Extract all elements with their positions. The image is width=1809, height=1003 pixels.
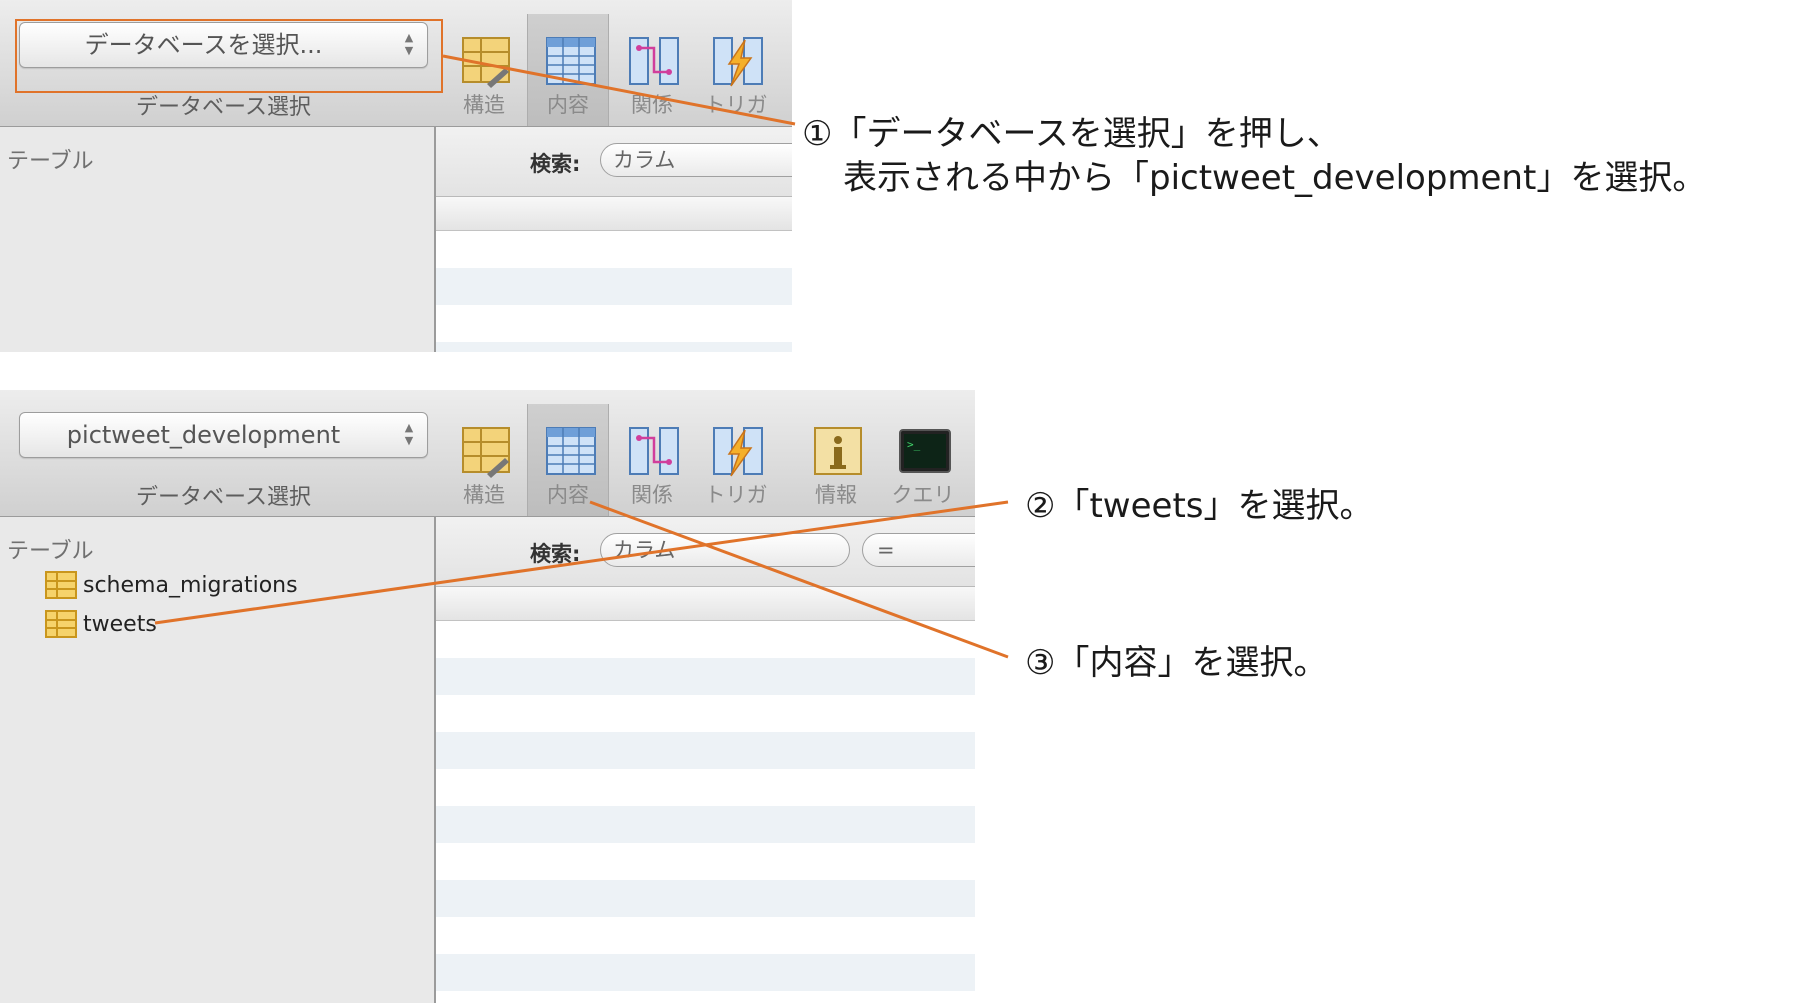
popup-arrows-icon: ▲ ▼ [404,421,414,447]
content-area: 検索: カラム [436,127,792,352]
toolbar-relations-label: 関係 [631,93,673,117]
toolbar-structure-button[interactable]: 構造 [443,14,525,126]
toolbar-structure-label: 構造 [463,483,505,507]
toolbar-triggers-label: トリガ [704,483,768,507]
toolbar-relations-label: 関係 [631,483,673,507]
triggers-icon [713,37,763,87]
table-row [436,268,792,305]
toolbar-info-label: 情報 [815,483,857,507]
database-select-caption: データベース選択 [136,95,311,120]
database-select[interactable]: pictweet_development ▲ ▼ [19,412,428,458]
database-select-value: pictweet_development [66,421,341,449]
toolbar-info-button[interactable]: 情報 [795,404,877,516]
toolbar-content-label: 内容 [547,93,589,117]
toolbar-relations-button[interactable]: 関係 [611,404,693,516]
search-label: 検索: [530,542,581,566]
column-select-value: カラム [613,538,676,562]
info-icon [814,427,862,475]
table-row [436,954,975,991]
table-content-icon [546,427,596,475]
relations-icon [629,37,679,85]
database-select-highlight [15,19,443,93]
filter-bar: 検索: カラム [436,127,792,197]
toolbar-relations-button[interactable]: 関係 [611,14,693,126]
query-console-icon: >_ [899,429,951,473]
table-name: schema_migrations [83,572,298,598]
table-row [436,732,975,769]
toolbar-structure-button[interactable]: 構造 [443,404,525,516]
sidebar: テーブル schema_migrations tweets [0,517,436,1003]
relations-icon [629,427,679,475]
operator-select[interactable]: = [862,533,975,567]
filter-bar: 検索: カラム = [436,517,975,587]
table-row [436,342,792,352]
toolbar: pictweet_development ▲ ▼ データベース選択 構造 内容 … [0,390,975,517]
table-row [436,769,975,806]
column-select-value: カラム [613,148,676,172]
table-structure-icon [462,427,510,478]
sidebar-title: テーブル [7,149,94,174]
toolbar-content-button[interactable]: 内容 [527,404,609,516]
table-row [436,231,792,268]
table-icon [45,571,77,599]
sidebar: テーブル [0,127,436,352]
rows [436,231,792,352]
toolbar-triggers-button[interactable]: トリガ [695,14,777,126]
database-window-bottom: pictweet_development ▲ ▼ データベース選択 構造 内容 … [0,390,975,1003]
rows [436,621,975,1003]
content-area: 検索: カラム = [436,517,975,1003]
column-header [436,587,975,621]
triggers-icon [713,427,763,477]
table-row [436,917,975,954]
table-row [436,621,975,658]
annotation-step1-line1: ①「データベースを選択」を押し、 [802,114,1341,154]
search-label: 検索: [530,152,581,176]
table-row [436,695,975,732]
table-row [436,305,792,342]
toolbar-content-label: 内容 [547,483,589,507]
sidebar-item-tweets[interactable]: tweets [45,609,157,639]
toolbar-structure-label: 構造 [463,93,505,117]
svg-text:>_: >_ [907,438,921,451]
operator-select-value: = [877,538,895,562]
annotation-step2: ②「tweets」を選択。 [1025,486,1374,526]
table-content-icon [546,37,596,85]
table-row [436,991,975,1003]
annotation-step3: ③「内容」を選択。 [1025,643,1328,683]
table-row [436,843,975,880]
toolbar-query-label: クエリ [891,483,955,507]
table-row [436,880,975,917]
annotation-step1-line2: 表示される中から「pictweet_development」を選択。 [843,158,1707,198]
table-name: tweets [83,611,157,637]
sidebar-title: テーブル [7,539,94,564]
toolbar-triggers-button[interactable]: トリガ [695,404,777,516]
sidebar-item-schema-migrations[interactable]: schema_migrations [45,570,298,600]
column-select[interactable]: カラム [600,533,850,567]
table-row [436,658,975,695]
column-header [436,197,792,231]
toolbar-query-button[interactable]: >_ クエリ [882,404,964,516]
database-window-top: データベースを選択... ▲ ▼ データベース選択 構造 内容 関係 トリガ テ… [0,0,792,352]
toolbar-content-button[interactable]: 内容 [527,14,609,126]
toolbar-triggers-label: トリガ [704,93,768,117]
database-select-caption: データベース選択 [136,485,311,510]
table-icon [45,610,77,638]
table-structure-icon [462,37,510,88]
column-select[interactable]: カラム [600,143,792,177]
table-row [436,806,975,843]
toolbar: データベースを選択... ▲ ▼ データベース選択 構造 内容 関係 トリガ [0,0,792,127]
